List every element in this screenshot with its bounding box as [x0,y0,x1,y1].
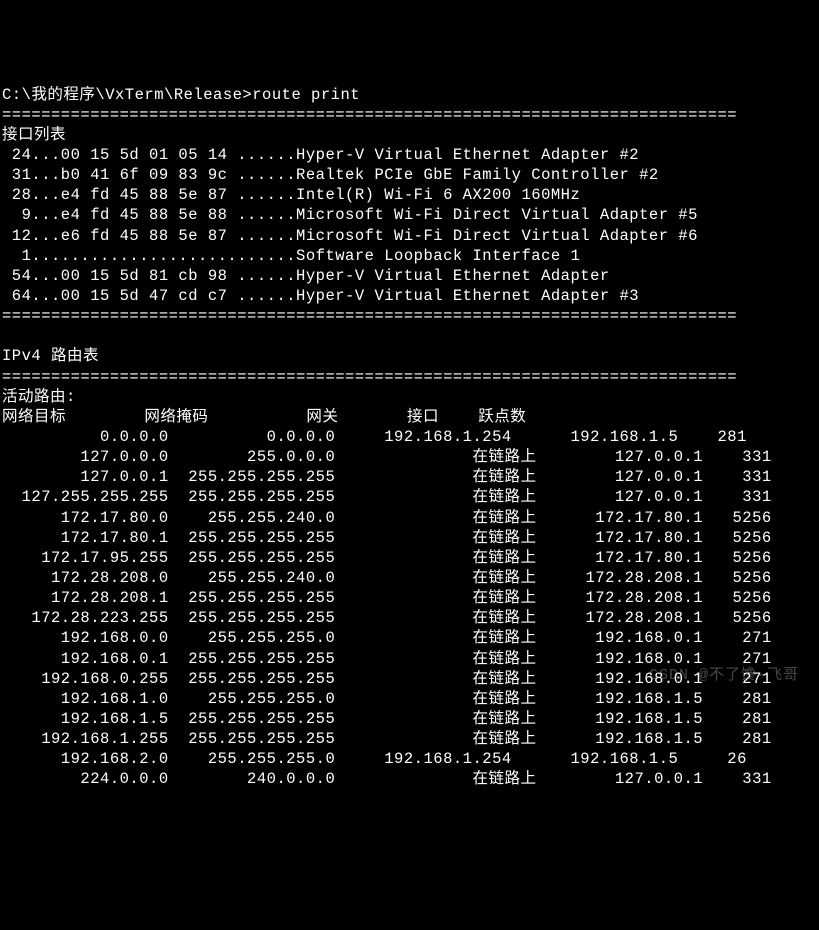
interface-list: 24...00 15 5d 01 05 14 ......Hyper-V Vir… [2,146,698,305]
divider-line: ========================================… [2,368,737,386]
divider-line: ========================================… [2,106,737,124]
watermark: CSDN @不了馋-飞哥 [649,666,799,686]
active-routes-header: 活动路由: [2,388,76,406]
command: route print [252,86,360,104]
route-rows: 0.0.0.0 0.0.0.0 192.168.1.254 192.168.1.… [2,428,772,788]
divider-line: ========================================… [2,307,737,325]
interface-header: 接口列表 [2,126,66,144]
column-headers: 网络目标 网络掩码 网关 接口 跃点数 [2,408,526,426]
ipv4-header: IPv4 路由表 [2,347,99,365]
prompt-path: C:\我的程序\VxTerm\Release> [2,86,252,104]
